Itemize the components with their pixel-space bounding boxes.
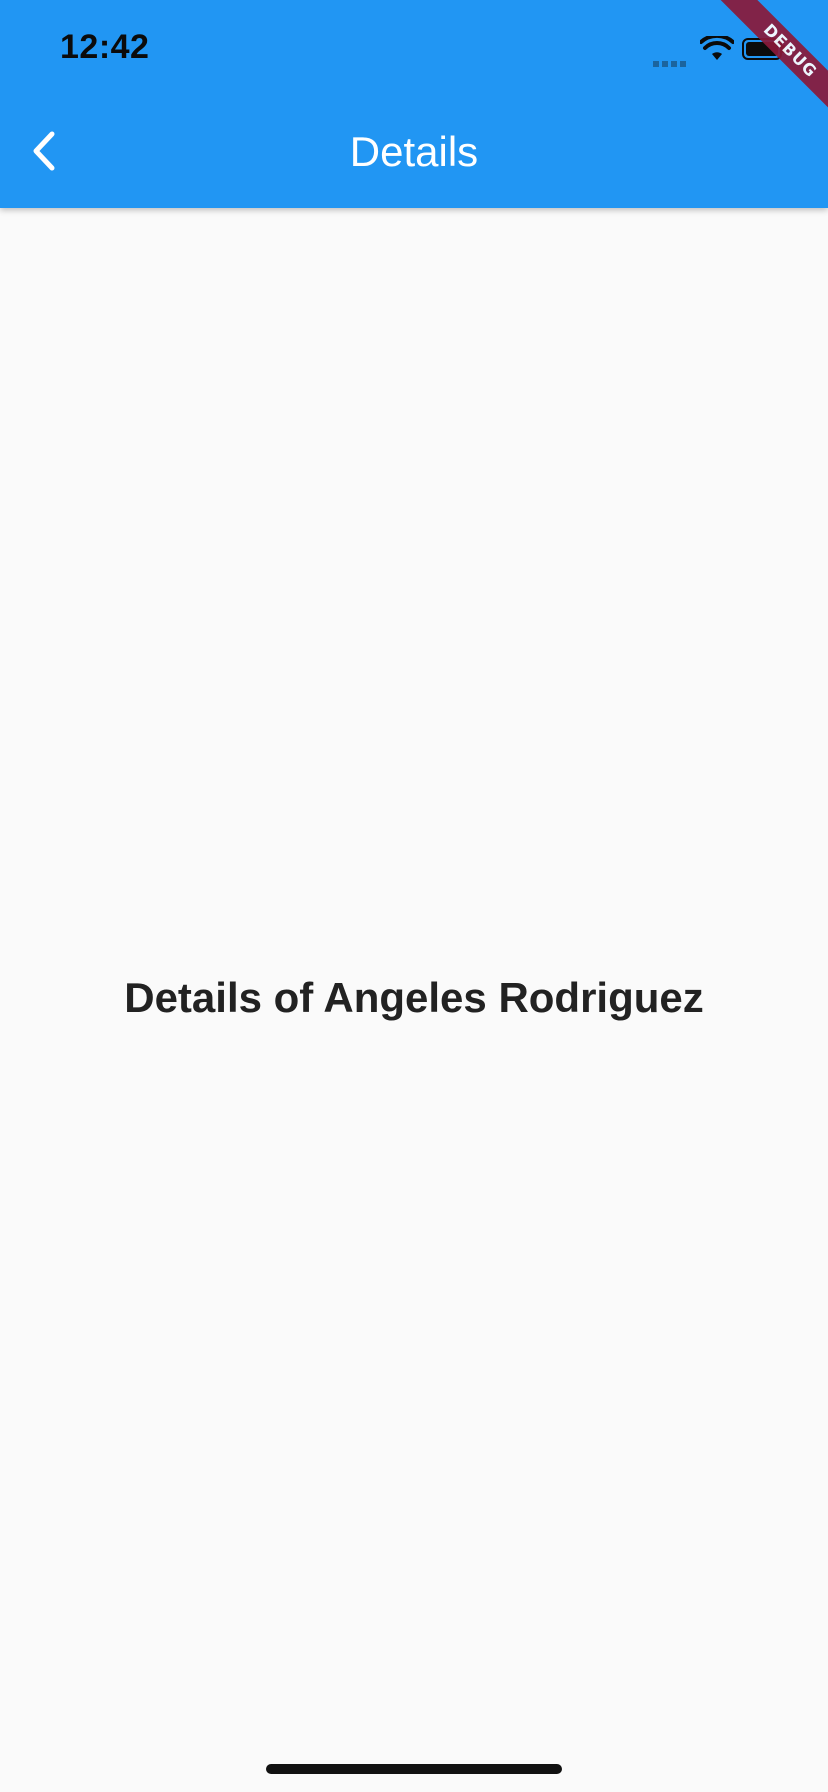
wifi-icon bbox=[700, 36, 734, 60]
details-text: Details of Angeles Rodriguez bbox=[124, 974, 704, 1021]
status-time: 12:42 bbox=[60, 28, 150, 66]
home-indicator[interactable] bbox=[266, 1764, 562, 1774]
details-body: Details of Angeles Rodriguez bbox=[0, 208, 828, 1792]
debug-banner: DEBUG bbox=[710, 0, 828, 131]
page-title: Details bbox=[349, 128, 479, 175]
app-bar: 12:42 Details DEBUG bbox=[0, 0, 828, 208]
cellular-signal-icon bbox=[653, 54, 691, 67]
